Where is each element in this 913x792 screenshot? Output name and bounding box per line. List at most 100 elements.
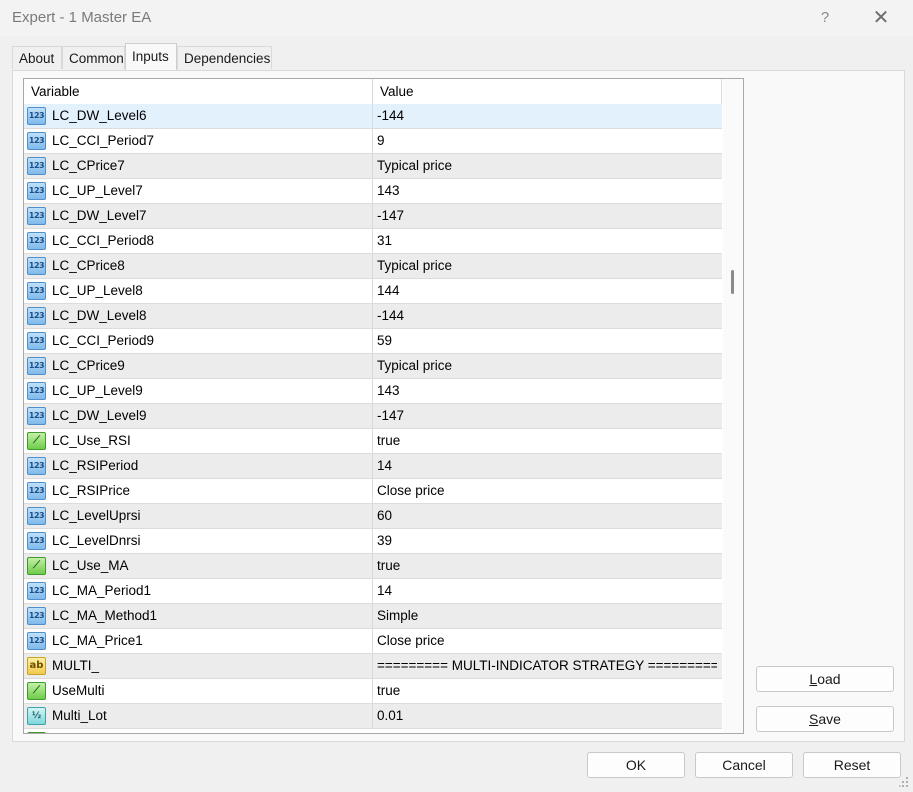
table-row[interactable]: ab MULTI_ ========= MULTI-INDICATOR STRATE… (24, 654, 722, 679)
tab-common[interactable]: Common (62, 46, 125, 69)
ok-button[interactable]: OK (587, 752, 685, 778)
table-row[interactable]: 123 LC_DW_Level7 -147 (24, 204, 722, 229)
table-row[interactable]: 123 LC_MA_Period1 14 (24, 579, 722, 604)
close-button[interactable]: ✕ (866, 6, 896, 30)
string-icon: ab (27, 657, 46, 675)
variable-name: Multi_Lot (52, 708, 107, 723)
variable-name: LC_DW_Level6 (52, 108, 147, 123)
variable-value[interactable]: 144 (377, 279, 717, 303)
integer-icon: 123 (27, 107, 46, 125)
variable-value[interactable]: Close price (377, 479, 717, 503)
column-header-variable[interactable]: Variable (24, 79, 373, 104)
variable-value[interactable]: Simple (377, 604, 717, 628)
table-row[interactable]: 123 LC_CCI_Period8 31 (24, 229, 722, 254)
variable-value[interactable]: Close price (377, 629, 717, 653)
scrollbar-thumb[interactable] (731, 270, 734, 294)
variable-value[interactable]: true (377, 679, 717, 703)
integer-icon: 123 (27, 532, 46, 550)
variable-name: LC_RSIPeriod (52, 458, 139, 473)
variable-value[interactable]: true (377, 429, 717, 453)
table-row[interactable]: 123 LC_UP_Level7 143 (24, 179, 722, 204)
variable-name: LC_DW_Level7 (52, 208, 147, 223)
table-row[interactable]: 123 LC_DW_Level6 -144 (24, 104, 722, 129)
variable-value[interactable]: Typical price (377, 354, 717, 378)
resize-grip-icon[interactable] (899, 776, 909, 788)
boolean-icon: ⟋ (27, 682, 46, 700)
table-row[interactable]: 123 LC_MA_Price1 Close price (24, 629, 722, 654)
tab-inputs[interactable]: Inputs (125, 43, 177, 70)
column-divider (372, 429, 373, 453)
table-row[interactable]: 123 LC_CCI_Period7 9 (24, 129, 722, 154)
variable-value[interactable]: Typical price (377, 154, 717, 178)
variable-value[interactable]: 60 (377, 504, 717, 528)
variable-value[interactable]: 143 (377, 179, 717, 203)
variable-name: LC_CCI_Period7 (52, 133, 155, 148)
tab-dependencies[interactable]: Dependencies (177, 46, 272, 69)
table-row[interactable]: 123 LC_CPrice8 Typical price (24, 254, 722, 279)
integer-icon: 123 (27, 307, 46, 325)
variable-value[interactable]: true (377, 554, 717, 578)
variable-value[interactable]: ========= MULTI-INDICATOR STRATEGY =====… (377, 654, 717, 678)
variable-value[interactable]: 14 (377, 454, 717, 478)
variable-name: LC_CPrice7 (52, 158, 125, 173)
column-divider (372, 404, 373, 428)
integer-icon: 123 (27, 257, 46, 275)
tab-about[interactable]: About (12, 46, 62, 69)
variable-value[interactable]: -144 (377, 104, 717, 128)
integer-icon: 123 (27, 632, 46, 650)
integer-icon: 123 (27, 357, 46, 375)
cancel-button[interactable]: Cancel (695, 752, 793, 778)
variable-value[interactable]: 0.01 (377, 704, 717, 728)
variable-value[interactable]: -147 (377, 404, 717, 428)
column-header-value[interactable]: Value (373, 79, 722, 104)
table-row[interactable]: ⟋ UseMulti true (24, 679, 722, 704)
variable-name: LC_CCI_Period8 (52, 233, 155, 248)
table-row[interactable]: 123 LC_DW_Level9 -147 (24, 404, 722, 429)
grid-header: Variable Value (24, 79, 722, 104)
table-row[interactable] (24, 729, 722, 733)
reset-button[interactable]: Reset (803, 752, 901, 778)
table-row[interactable]: 123 LC_LevelUprsi 60 (24, 504, 722, 529)
integer-icon: 123 (27, 607, 46, 625)
variable-value[interactable]: -147 (377, 204, 717, 228)
table-row[interactable]: 123 LC_LevelDnrsi 39 (24, 529, 722, 554)
table-row[interactable]: 123 LC_RSIPrice Close price (24, 479, 722, 504)
table-row[interactable]: ⟋ LC_Use_RSI true (24, 429, 722, 454)
table-row[interactable]: 123 LC_CPrice9 Typical price (24, 354, 722, 379)
variable-name: LC_DW_Level9 (52, 408, 147, 423)
table-row[interactable]: 123 LC_UP_Level8 144 (24, 279, 722, 304)
column-divider (372, 179, 373, 203)
table-row[interactable]: 123 LC_UP_Level9 143 (24, 379, 722, 404)
vertical-scrollbar[interactable] (723, 79, 743, 733)
boolean-icon: ⟋ (27, 557, 46, 575)
column-divider (372, 129, 373, 153)
column-divider (372, 479, 373, 503)
variable-value[interactable]: 9 (377, 129, 717, 153)
load-button[interactable]: Load (756, 666, 894, 692)
variable-name: LC_DW_Level8 (52, 308, 147, 323)
table-row[interactable]: 123 LC_RSIPeriod 14 (24, 454, 722, 479)
variable-value[interactable]: 31 (377, 229, 717, 253)
variable-name: LC_LevelDnrsi (52, 533, 141, 548)
column-divider (372, 704, 373, 728)
help-button[interactable]: ? (812, 6, 838, 30)
table-row[interactable]: 123 LC_DW_Level8 -144 (24, 304, 722, 329)
save-button[interactable]: Save (756, 706, 894, 732)
variable-value[interactable]: -144 (377, 304, 717, 328)
integer-icon: 123 (27, 582, 46, 600)
table-row[interactable]: 123 LC_MA_Method1 Simple (24, 604, 722, 629)
variable-value[interactable]: 143 (377, 379, 717, 403)
column-divider (372, 379, 373, 403)
variable-value[interactable]: 39 (377, 529, 717, 553)
variable-value[interactable]: 59 (377, 329, 717, 353)
variable-value[interactable]: Typical price (377, 254, 717, 278)
column-divider (372, 229, 373, 253)
column-divider (372, 254, 373, 278)
variable-value[interactable]: 14 (377, 579, 717, 603)
variable-name: LC_Use_MA (52, 558, 129, 573)
table-row[interactable]: ⟋ LC_Use_MA true (24, 554, 722, 579)
table-row[interactable]: 123 LC_CCI_Period9 59 (24, 329, 722, 354)
table-row[interactable]: ½ Multi_Lot 0.01 (24, 704, 722, 729)
column-divider (372, 654, 373, 678)
table-row[interactable]: 123 LC_CPrice7 Typical price (24, 154, 722, 179)
